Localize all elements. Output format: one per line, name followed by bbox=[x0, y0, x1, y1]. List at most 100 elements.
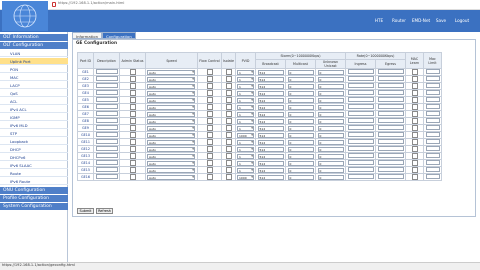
speed-select[interactable]: Auto bbox=[147, 174, 195, 180]
speed-select[interactable]: Auto bbox=[147, 146, 195, 152]
mac-limit-input[interactable] bbox=[425, 174, 440, 179]
mac-learn-checkbox[interactable] bbox=[411, 174, 418, 180]
speed-select[interactable]: Auto bbox=[147, 167, 195, 173]
isolate-checkbox[interactable] bbox=[225, 69, 232, 75]
nav-logout[interactable]: Logout bbox=[452, 16, 472, 26]
unknown-unicast-input[interactable]: 0 bbox=[317, 174, 344, 180]
broadcast-input[interactable]: 512 bbox=[257, 167, 284, 173]
mac-learn-checkbox[interactable] bbox=[411, 90, 418, 96]
egress-input[interactable] bbox=[377, 174, 404, 179]
sidebar-item-dhcp[interactable]: DHCP bbox=[0, 146, 68, 153]
nav-hte[interactable]: HTE bbox=[372, 16, 386, 26]
multicast-input[interactable]: 0 bbox=[287, 104, 314, 110]
multicast-input[interactable]: 0 bbox=[287, 174, 314, 180]
flow-control-checkbox[interactable] bbox=[206, 132, 213, 138]
egress-input[interactable] bbox=[377, 76, 404, 81]
sidebar-item-stp[interactable]: STP bbox=[0, 130, 68, 137]
speed-select[interactable]: Auto bbox=[147, 153, 195, 159]
ingress-input[interactable] bbox=[347, 153, 374, 158]
description-input[interactable] bbox=[95, 132, 118, 137]
ingress-input[interactable] bbox=[347, 146, 374, 151]
tab-information[interactable]: Information bbox=[72, 32, 102, 39]
pvid-select[interactable]: 1000 bbox=[237, 132, 254, 138]
ingress-input[interactable] bbox=[347, 104, 374, 109]
isolate-checkbox[interactable] bbox=[225, 153, 232, 159]
description-input[interactable] bbox=[95, 69, 118, 74]
description-cell[interactable] bbox=[93, 152, 120, 160]
admin-status-checkbox[interactable] bbox=[129, 111, 136, 117]
flow-control-checkbox[interactable] bbox=[206, 118, 213, 124]
mac-limit-input[interactable] bbox=[425, 167, 440, 172]
mac-limit-input[interactable] bbox=[425, 125, 440, 130]
nav-save[interactable]: Save bbox=[434, 16, 448, 26]
egress-input[interactable] bbox=[377, 118, 404, 123]
admin-status-checkbox[interactable] bbox=[129, 174, 136, 180]
speed-select[interactable]: Auto bbox=[147, 76, 195, 82]
ingress-input[interactable] bbox=[347, 132, 374, 137]
description-input[interactable] bbox=[95, 125, 118, 130]
isolate-checkbox[interactable] bbox=[225, 111, 232, 117]
speed-select[interactable]: Auto bbox=[147, 104, 195, 110]
sidebar-item-acl[interactable]: ACL bbox=[0, 98, 68, 105]
sidebar-section-olt-information[interactable]: OLT Information bbox=[0, 34, 68, 41]
pvid-select[interactable]: 1 bbox=[237, 104, 254, 110]
egress-input[interactable] bbox=[377, 111, 404, 116]
mac-learn-checkbox[interactable] bbox=[411, 69, 418, 75]
ingress-input[interactable] bbox=[347, 90, 374, 95]
pvid-select[interactable]: 1 bbox=[237, 160, 254, 166]
broadcast-input[interactable]: 512 bbox=[257, 174, 284, 180]
broadcast-input[interactable]: 512 bbox=[257, 111, 284, 117]
unknown-unicast-input[interactable]: 0 bbox=[317, 69, 344, 75]
admin-status-checkbox[interactable] bbox=[129, 132, 136, 138]
sidebar-section-onu-configuration[interactable]: ONU Configuration bbox=[0, 187, 68, 194]
description-cell[interactable] bbox=[93, 117, 120, 125]
mac-limit-input[interactable] bbox=[425, 90, 440, 95]
multicast-input[interactable]: 0 bbox=[287, 118, 314, 124]
mac-learn-checkbox[interactable] bbox=[411, 160, 418, 166]
sidebar-item-ipv6-mld[interactable]: IPv6 MLD bbox=[0, 122, 68, 129]
mac-limit-input[interactable] bbox=[425, 104, 440, 109]
description-cell[interactable] bbox=[93, 68, 120, 76]
mac-limit-input[interactable] bbox=[425, 76, 440, 81]
admin-status-checkbox[interactable] bbox=[129, 160, 136, 166]
unknown-unicast-input[interactable]: 0 bbox=[317, 146, 344, 152]
sidebar-item-ipv6-slaac[interactable]: IPv6 SLAAC bbox=[0, 162, 68, 169]
isolate-checkbox[interactable] bbox=[225, 118, 232, 124]
sidebar-item-uplink-port[interactable]: Uplink Port bbox=[0, 58, 68, 65]
mac-limit-input[interactable] bbox=[425, 118, 440, 123]
broadcast-input[interactable]: 512 bbox=[257, 153, 284, 159]
description-cell[interactable] bbox=[93, 96, 120, 104]
isolate-checkbox[interactable] bbox=[225, 132, 232, 138]
mac-limit-input[interactable] bbox=[425, 139, 440, 144]
egress-input[interactable] bbox=[377, 167, 404, 172]
refresh-button[interactable]: Refresh bbox=[96, 208, 113, 214]
multicast-input[interactable]: 0 bbox=[287, 69, 314, 75]
pvid-select[interactable]: 1 bbox=[237, 118, 254, 124]
egress-input[interactable] bbox=[377, 132, 404, 137]
mac-learn-checkbox[interactable] bbox=[411, 76, 418, 82]
egress-input[interactable] bbox=[377, 69, 404, 74]
flow-control-checkbox[interactable] bbox=[206, 139, 213, 145]
mac-limit-input[interactable] bbox=[425, 160, 440, 165]
pvid-select[interactable]: 1 bbox=[237, 83, 254, 89]
admin-status-checkbox[interactable] bbox=[129, 125, 136, 131]
description-input[interactable] bbox=[95, 83, 118, 88]
speed-select[interactable]: Auto bbox=[147, 69, 195, 75]
admin-status-checkbox[interactable] bbox=[129, 90, 136, 96]
description-cell[interactable] bbox=[93, 89, 120, 97]
isolate-checkbox[interactable] bbox=[225, 146, 232, 152]
egress-input[interactable] bbox=[377, 146, 404, 151]
sidebar-item-igmp[interactable]: IGMP bbox=[0, 114, 68, 121]
speed-select[interactable]: Auto bbox=[147, 97, 195, 103]
mac-learn-checkbox[interactable] bbox=[411, 153, 418, 159]
mac-learn-checkbox[interactable] bbox=[411, 167, 418, 173]
pvid-select[interactable]: 1 bbox=[237, 97, 254, 103]
isolate-checkbox[interactable] bbox=[225, 90, 232, 96]
description-cell[interactable] bbox=[93, 145, 120, 153]
mac-limit-input[interactable] bbox=[425, 153, 440, 158]
sidebar-section-system-configuration[interactable]: System Configuration bbox=[0, 203, 68, 210]
sidebar-item-route[interactable]: Route bbox=[0, 170, 68, 177]
isolate-checkbox[interactable] bbox=[225, 174, 232, 180]
ingress-input[interactable] bbox=[347, 111, 374, 116]
flow-control-checkbox[interactable] bbox=[206, 83, 213, 89]
